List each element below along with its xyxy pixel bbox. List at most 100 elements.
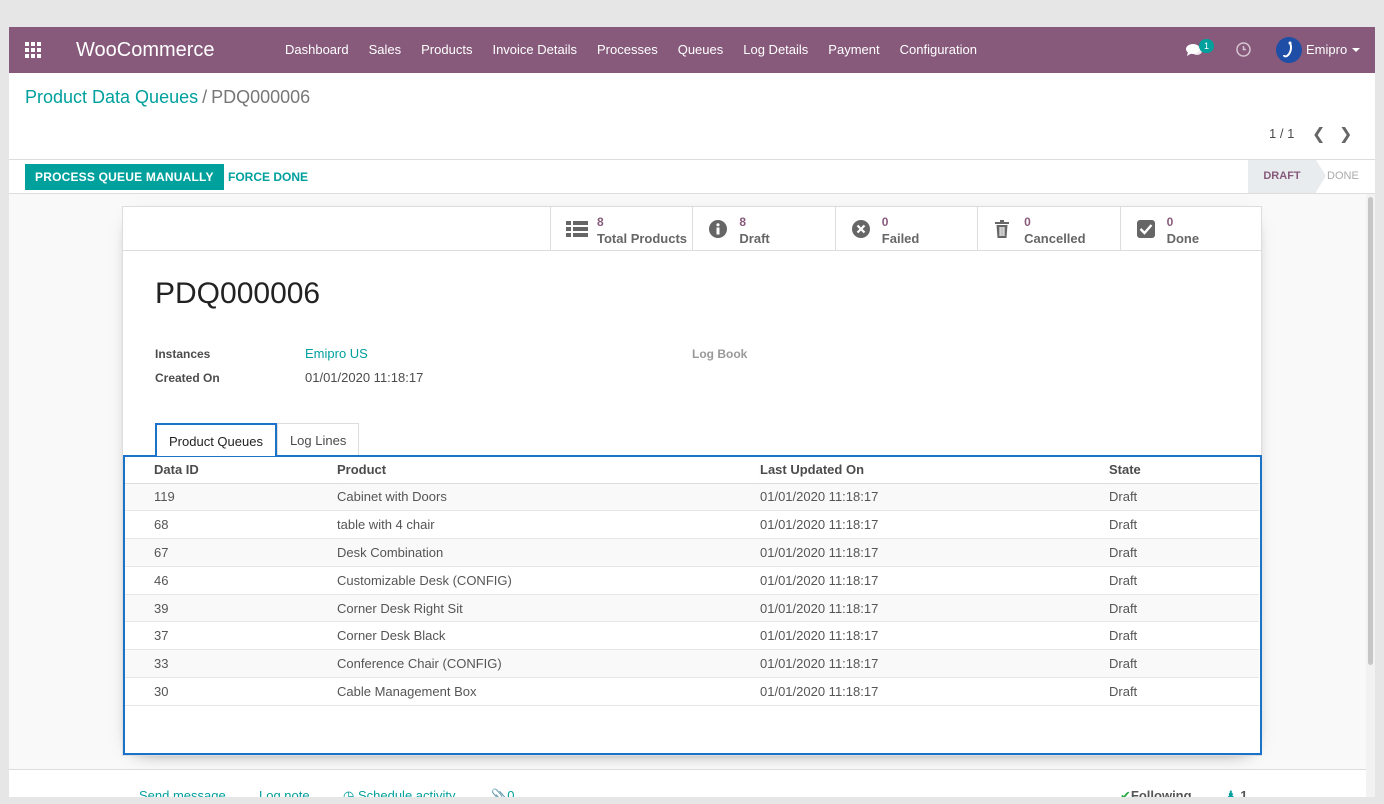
cell-data-id: 39 [125, 594, 337, 623]
tab-product-queues[interactable]: Product Queues [155, 423, 277, 456]
cell-product: Desk Combination [337, 538, 760, 567]
cell-last-updated: 01/01/2020 11:18:17 [760, 649, 1109, 679]
paperclip-icon: 📎 [491, 788, 508, 797]
table-row[interactable]: 119 Cabinet with Doors 01/01/2020 11:18:… [125, 483, 1259, 512]
column-header-last-updated[interactable]: Last Updated On [760, 457, 1109, 484]
schedule-activity-label: Schedule activity [357, 788, 456, 797]
table-row[interactable]: 68 table with 4 chair 01/01/2020 11:18:1… [125, 510, 1259, 540]
followers-count: 1 [1240, 788, 1248, 797]
table-row[interactable]: 39 Corner Desk Right Sit 01/01/2020 11:1… [125, 594, 1259, 623]
instances-label: Instances [155, 347, 211, 361]
log-note-button[interactable]: Log note [259, 788, 310, 797]
stage-done[interactable]: DONE [1327, 160, 1359, 193]
table-row[interactable]: 33 Conference Chair (CONFIG) 01/01/2020 … [125, 649, 1259, 679]
menu-invoice-details[interactable]: Invoice Details [482, 27, 587, 73]
cell-data-id: 46 [125, 566, 337, 595]
cancelled-count: 0 [1024, 215, 1031, 229]
cell-last-updated: 01/01/2020 11:18:17 [760, 483, 1109, 512]
main-menu: Dashboard Sales Products Invoice Details… [275, 27, 987, 73]
cell-last-updated: 01/01/2020 11:18:17 [760, 510, 1109, 540]
failed-button[interactable]: 0 Failed [834, 207, 977, 250]
attachments-count: 0 [507, 788, 515, 797]
following-label: Following [1130, 788, 1192, 797]
draft-count: 8 [739, 215, 747, 229]
user-avatar[interactable] [1276, 37, 1302, 63]
pager-next-icon[interactable]: ❯ [1339, 124, 1352, 144]
table-row[interactable]: 37 Corner Desk Black 01/01/2020 11:18:17… [125, 621, 1259, 651]
table-row[interactable]: 67 Desk Combination 01/01/2020 11:18:17 … [125, 538, 1259, 567]
draft-button[interactable]: 8 Draft [692, 207, 834, 250]
following-button[interactable]: ✔Following [1120, 788, 1192, 797]
breadcrumb-parent[interactable]: Product Data Queues [25, 87, 198, 107]
cell-data-id: 33 [125, 649, 337, 679]
cell-product: Corner Desk Right Sit [337, 594, 760, 623]
cell-data-id: 30 [125, 677, 337, 706]
info-icon [709, 220, 728, 238]
menu-queues[interactable]: Queues [668, 27, 734, 73]
record-title: PDQ000006 [155, 277, 321, 310]
cell-state: Draft [1109, 566, 1259, 595]
cancelled-button[interactable]: 0 Cancelled [977, 207, 1119, 250]
cell-product: Corner Desk Black [337, 621, 760, 651]
created-on-value: 01/01/2020 11:18:17 [305, 370, 424, 385]
smart-button-box: 8 Total Products 8 Draft 0 Failed 0 Canc… [550, 207, 1262, 251]
menu-products[interactable]: Products [411, 27, 482, 73]
cell-state: Draft [1109, 483, 1259, 512]
table-row[interactable]: 30 Cable Management Box 01/01/2020 11:18… [125, 677, 1259, 706]
send-message-button[interactable]: Send message [139, 788, 226, 797]
cell-state: Draft [1109, 677, 1259, 706]
pager-previous-icon[interactable]: ❮ [1312, 124, 1325, 144]
breadcrumb-separator: / [202, 87, 208, 107]
instances-value-link[interactable]: Emipro US [305, 346, 368, 361]
done-button[interactable]: 0 Done [1119, 207, 1262, 250]
followers-button[interactable]: ♟ 1 [1225, 788, 1248, 797]
menu-dashboard[interactable]: Dashboard [275, 27, 359, 73]
cell-data-id: 68 [125, 510, 337, 540]
failed-count: 0 [881, 215, 889, 229]
trash-icon [995, 220, 1010, 238]
cell-product: Customizable Desk (CONFIG) [337, 566, 760, 595]
table-header-row: Data ID Product Last Updated On State [125, 457, 1259, 484]
cell-state: Draft [1109, 510, 1259, 540]
attachments-button[interactable]: 📎0 [491, 788, 514, 797]
column-header-product[interactable]: Product [337, 457, 760, 484]
activity-clock-icon[interactable] [1236, 42, 1251, 57]
form-statusbar: PROCESS QUEUE MANUALLY FORCE DONE DRAFT … [9, 159, 1375, 194]
force-done-button[interactable]: FORCE DONE [228, 164, 308, 190]
cell-state: Draft [1109, 538, 1259, 567]
column-header-state[interactable]: State [1109, 457, 1259, 484]
product-queue-table: Data ID Product Last Updated On State 11… [125, 457, 1259, 706]
menu-processes[interactable]: Processes [587, 27, 668, 73]
cell-product: Cable Management Box [337, 677, 760, 706]
top-navbar: WooCommerce Dashboard Sales Products Inv… [9, 27, 1375, 73]
process-queue-manually-button[interactable]: PROCESS QUEUE MANUALLY [25, 164, 224, 190]
menu-payment[interactable]: Payment [818, 27, 889, 73]
stage-draft[interactable]: DRAFT [1248, 160, 1316, 193]
done-label: Done [1166, 231, 1200, 246]
user-menu-caret-icon[interactable] [1352, 48, 1360, 52]
pager-value[interactable]: 1 / 1 [1269, 126, 1294, 141]
column-header-data-id[interactable]: Data ID [125, 457, 337, 484]
total-products-count: 8 [597, 215, 604, 229]
cell-last-updated: 01/01/2020 11:18:17 [760, 594, 1109, 623]
failed-label: Failed [881, 231, 920, 246]
cell-data-id: 119 [125, 483, 337, 512]
table-row[interactable]: 46 Customizable Desk (CONFIG) 01/01/2020… [125, 566, 1259, 595]
notebook-tabs: Product Queues Log Lines [155, 423, 360, 456]
cell-product: Cabinet with Doors [337, 483, 760, 512]
draft-label: Draft [739, 231, 770, 246]
menu-configuration[interactable]: Configuration [890, 27, 987, 73]
stage-arrow [1316, 160, 1326, 192]
apps-menu-icon[interactable] [25, 42, 41, 58]
menu-log-details[interactable]: Log Details [733, 27, 818, 73]
tab-log-lines[interactable]: Log Lines [276, 423, 360, 456]
user-icon: ♟ [1225, 788, 1237, 797]
schedule-activity-button[interactable]: ◷ Schedule activity [343, 788, 456, 797]
user-menu-name[interactable]: Emipro [1306, 42, 1347, 57]
menu-sales[interactable]: Sales [359, 27, 412, 73]
cell-last-updated: 01/01/2020 11:18:17 [760, 621, 1109, 651]
total-products-button[interactable]: 8 Total Products [550, 207, 692, 250]
check-icon: ✔ [1120, 788, 1131, 797]
scrollbar-thumb[interactable] [1368, 197, 1373, 665]
cell-state: Draft [1109, 621, 1259, 651]
